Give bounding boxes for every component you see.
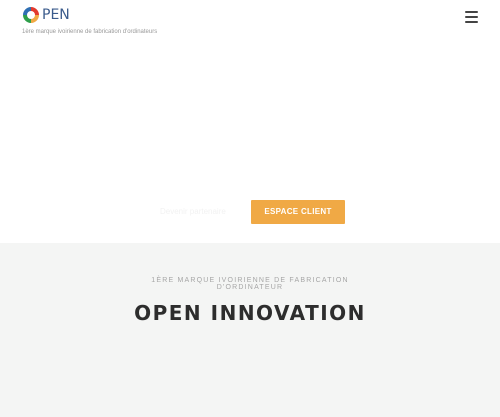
intro-section: 1ère marque ivoirienne de fabrication d'…: [0, 243, 500, 417]
site-header: PEN 1ère marque ivoirienne de fabricatio…: [0, 0, 500, 40]
partner-link[interactable]: Devenir partenaire: [160, 206, 236, 218]
site-logo[interactable]: PEN: [22, 6, 70, 24]
espace-client-button[interactable]: ESPACE CLIENT: [251, 200, 345, 224]
site-tagline: 1ère marque ivoirienne de fabrication d'…: [22, 29, 158, 35]
logo-text: PEN: [42, 7, 70, 23]
open-logo-icon: [22, 6, 40, 24]
section-kicker: 1ère marque ivoirienne de fabrication d'…: [151, 277, 349, 291]
hamburger-menu-icon[interactable]: [465, 11, 478, 23]
section-title: OPEN INNOVATION: [134, 301, 366, 325]
hero-section: Devenir partenaire ESPACE CLIENT: [0, 40, 500, 243]
